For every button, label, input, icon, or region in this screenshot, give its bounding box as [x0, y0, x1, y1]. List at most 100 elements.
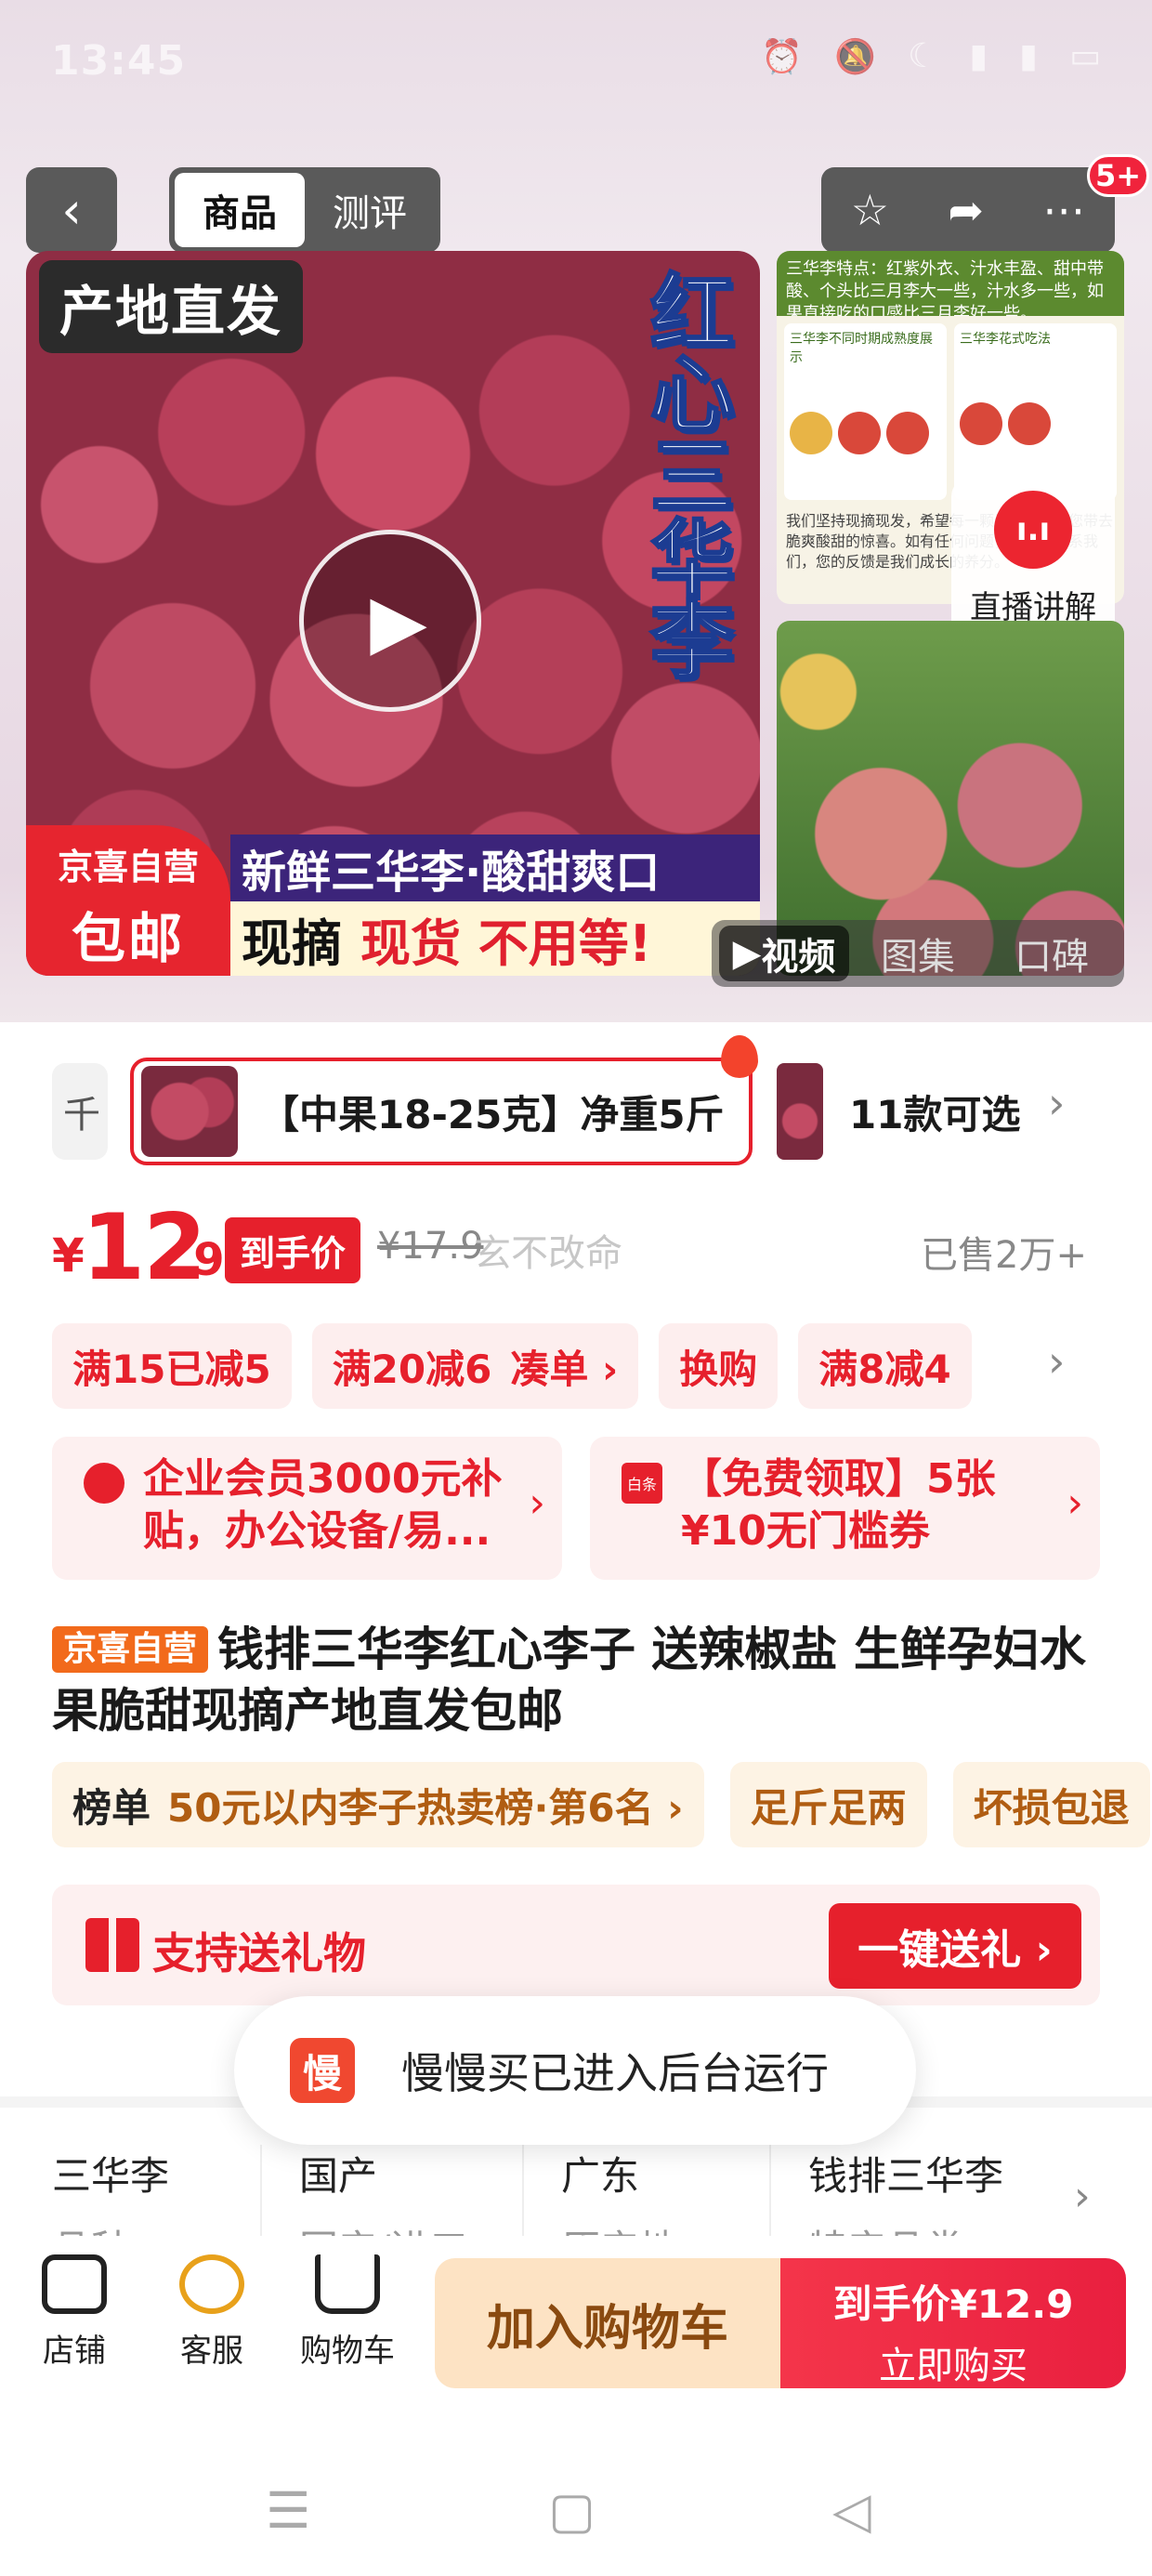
fruit-thumb [960, 402, 1002, 445]
chevron-right-icon: › [1074, 2173, 1091, 2220]
image-banner-1: 新鲜三华李·酸甜爽口 [230, 835, 760, 901]
buy-now-label: 立即购买 [879, 2345, 1028, 2387]
banner2-red: 现货 不用等! [360, 913, 652, 973]
gift-icon [85, 1918, 139, 1972]
media-tab-video[interactable]: ▶ 视频 [719, 926, 849, 981]
signal-icon: ▮ [1019, 37, 1038, 75]
notification-badge: 5+ [1087, 154, 1150, 197]
spec-value: 钱排三华李 [808, 2153, 1004, 2199]
variant-prev[interactable]: 千 [52, 1063, 108, 1160]
tag-full-weight[interactable]: 足斤足两 [729, 1762, 927, 1847]
product-page: 13:45 ⏰ 🔕 ☾ ▮ ▮ ▭ ‹ 商品 测评 ☆ ➦ ⋯ 5+ 产地直发 … [0, 0, 1152, 2576]
chevron-right-icon: › [529, 1479, 545, 1527]
system-nav-bar: ☰ ▢ ◁ [0, 2416, 1152, 2576]
product-title: 京喜自营 钱排三华李红心李子 送辣椒盐 生鲜孕妇水果脆甜现摘产地直发包邮 [52, 1619, 1111, 1741]
status-icons: ⏰ 🔕 ☾ ▮ ▮ ▭ [761, 37, 1101, 76]
promo-chip[interactable]: 满8减4 [798, 1323, 972, 1409]
info-col1-title: 三华李不同时期成熟度展示 [790, 332, 933, 365]
variant-selector: 千 【中果18-25克】净重5斤 11款可选 › [0, 1035, 1152, 1165]
battery-icon: ▭ [1068, 37, 1101, 75]
rank-text: 50元以内李子热卖榜·第6名 › [167, 1784, 684, 1831]
promo-row: 满15已减5 满20减6 凑单 › 换购 满8减4 [52, 1323, 1148, 1409]
tab-product[interactable]: 商品 [175, 173, 305, 247]
promo-chip[interactable]: 换购 [659, 1323, 779, 1409]
variant-selected-label: 【中果18-25克】净重5斤 [260, 1091, 725, 1137]
promo-chip[interactable]: 满20减6 凑单 › [311, 1323, 639, 1409]
tag-damage-refund[interactable]: 坏损包退 [952, 1762, 1150, 1847]
home-icon[interactable]: ▢ [548, 2481, 596, 2540]
cart-icon [315, 2254, 380, 2314]
fruit-thumb [1008, 402, 1051, 445]
promo-chip-label: 满20减6 [332, 1346, 492, 1392]
variant-count[interactable]: 11款可选 [849, 1084, 1020, 1140]
variant-next-thumb[interactable] [777, 1063, 823, 1160]
gift-label: 支持送礼物 [152, 1928, 366, 1978]
price-decimal: .9 [177, 1234, 225, 1286]
signal-icon: ▮ [969, 37, 988, 75]
main-product-image[interactable]: 产地直发 红心三华李 ▶ 京喜自营 包邮 新鲜三华李·酸甜爽口 现摘 现货 不用… [26, 251, 760, 976]
shop-button[interactable]: 店铺 [19, 2254, 130, 2371]
jx-badge-top: 京喜自营 [57, 847, 199, 887]
moon-icon: ☾ [908, 37, 938, 75]
add-to-cart-button[interactable]: 加入购物车 [435, 2258, 780, 2388]
flame-icon [721, 1035, 758, 1078]
coupon-card-baitiao[interactable]: 白条 【免费领取】5张¥10无门槛券 › [590, 1437, 1100, 1580]
toast-text: 慢慢买已进入后台运行 [401, 2048, 829, 2098]
shop-icon [42, 2254, 107, 2314]
bottom-action-bar: 店铺 客服 购物车 加入购物车 到手价¥12.9 立即购买 [0, 2236, 1152, 2394]
toolbar-actions: ☆ ➦ ⋯ [821, 167, 1115, 253]
image-vertical-title: 红心三华李 [649, 265, 736, 690]
jx-promo-badge: 京喜自营 包邮 [26, 825, 230, 976]
mute-icon: 🔕 [834, 38, 877, 76]
media-tabs: ▶ 视频 图集 口碑 [712, 920, 1124, 987]
original-price: ¥17.9 [377, 1225, 484, 1268]
spec-value: 广东 [561, 2153, 640, 2199]
toast-notification: 慢 慢慢买已进入后台运行 [234, 1996, 916, 2145]
star-icon[interactable]: ☆ [851, 185, 889, 235]
coupon-text: 企业会员3000元补贴，办公设备/易... [143, 1455, 503, 1555]
watermark-text: 玄不改命 [474, 1232, 622, 1275]
title-badge: 京喜自营 [52, 1626, 209, 1673]
media-tab-reviews[interactable]: 口碑 [987, 926, 1117, 981]
rank-tag[interactable]: 榜单 50元以内李子热卖榜·第6名 › [52, 1762, 704, 1847]
info-header: 三华李特点：红紫外衣、汁水丰盈、甜中带酸、个头比三月李大一些，汁水多一些，如果直… [777, 251, 1124, 316]
spec-value: 国产 [299, 2153, 378, 2199]
buy-now-button[interactable]: 到手价¥12.9 立即购买 [780, 2258, 1126, 2388]
menu-icon[interactable]: ☰ [266, 2481, 310, 2540]
more-icon[interactable]: ⋯ [1042, 185, 1085, 235]
sold-count: 已售2万+ [921, 1234, 1087, 1277]
fruit-thumb [838, 412, 881, 454]
tab-review[interactable]: 测评 [305, 173, 435, 247]
service-button[interactable]: 客服 [156, 2254, 268, 2371]
back-button[interactable]: ‹ [26, 167, 117, 253]
back-triangle-icon[interactable]: ◁ [832, 2481, 871, 2540]
live-icon: ı.ı [994, 491, 1072, 569]
chevron-right-icon: › [1067, 1479, 1083, 1527]
send-gift-button[interactable]: 一键送礼 › [829, 1903, 1081, 1989]
app-icon: 慢 [290, 2038, 355, 2103]
promo-chip[interactable]: 满15已减5 [52, 1323, 292, 1409]
price-currency: ¥ [52, 1229, 85, 1282]
variant-selected[interactable]: 【中果18-25克】净重5斤 [130, 1035, 758, 1165]
status-time: 13:45 [51, 37, 187, 85]
info-col-recipes: 三华李花式吃法 [954, 323, 1117, 500]
chevron-right-icon[interactable]: › [1048, 1336, 1065, 1387]
fruit-thumb [790, 412, 832, 454]
share-icon[interactable]: ➦ [948, 185, 984, 235]
price-row: ¥ 12 .9 到手价 ¥17.9 玄不改命 已售2万+ [0, 1189, 1152, 1301]
play-icon[interactable]: ▶ [299, 530, 481, 712]
status-bar: 13:45 ⏰ 🔕 ☾ ▮ ▮ ▭ [0, 0, 1152, 139]
coupon-row: 企业会员3000元补贴，办公设备/易... › 白条 【免费领取】5张¥10无门… [52, 1437, 1100, 1580]
media-tab-gallery[interactable]: 图集 [853, 926, 983, 981]
hero-gallery: 13:45 ⏰ 🔕 ☾ ▮ ▮ ▭ ‹ 商品 测评 ☆ ➦ ⋯ 5+ 产地直发 … [0, 0, 1152, 1022]
chevron-left-icon: ‹ [61, 180, 82, 240]
customer-service-icon [179, 2254, 244, 2314]
coupon-card-enterprise[interactable]: 企业会员3000元补贴，办公设备/易... › [52, 1437, 562, 1580]
rank-label: 榜单 [72, 1784, 151, 1831]
gift-row: 支持送礼物 一键送礼 › [52, 1885, 1100, 2005]
spec-value: 三华李 [52, 2153, 170, 2199]
tag-row: 榜单 50元以内李子热卖榜·第6名 › 足斤足两 坏损包退 [52, 1762, 1152, 1847]
chevron-right-icon[interactable]: › [1048, 1078, 1065, 1128]
baitiao-icon: 白条 [622, 1463, 662, 1504]
cart-button[interactable]: 购物车 [292, 2254, 403, 2371]
